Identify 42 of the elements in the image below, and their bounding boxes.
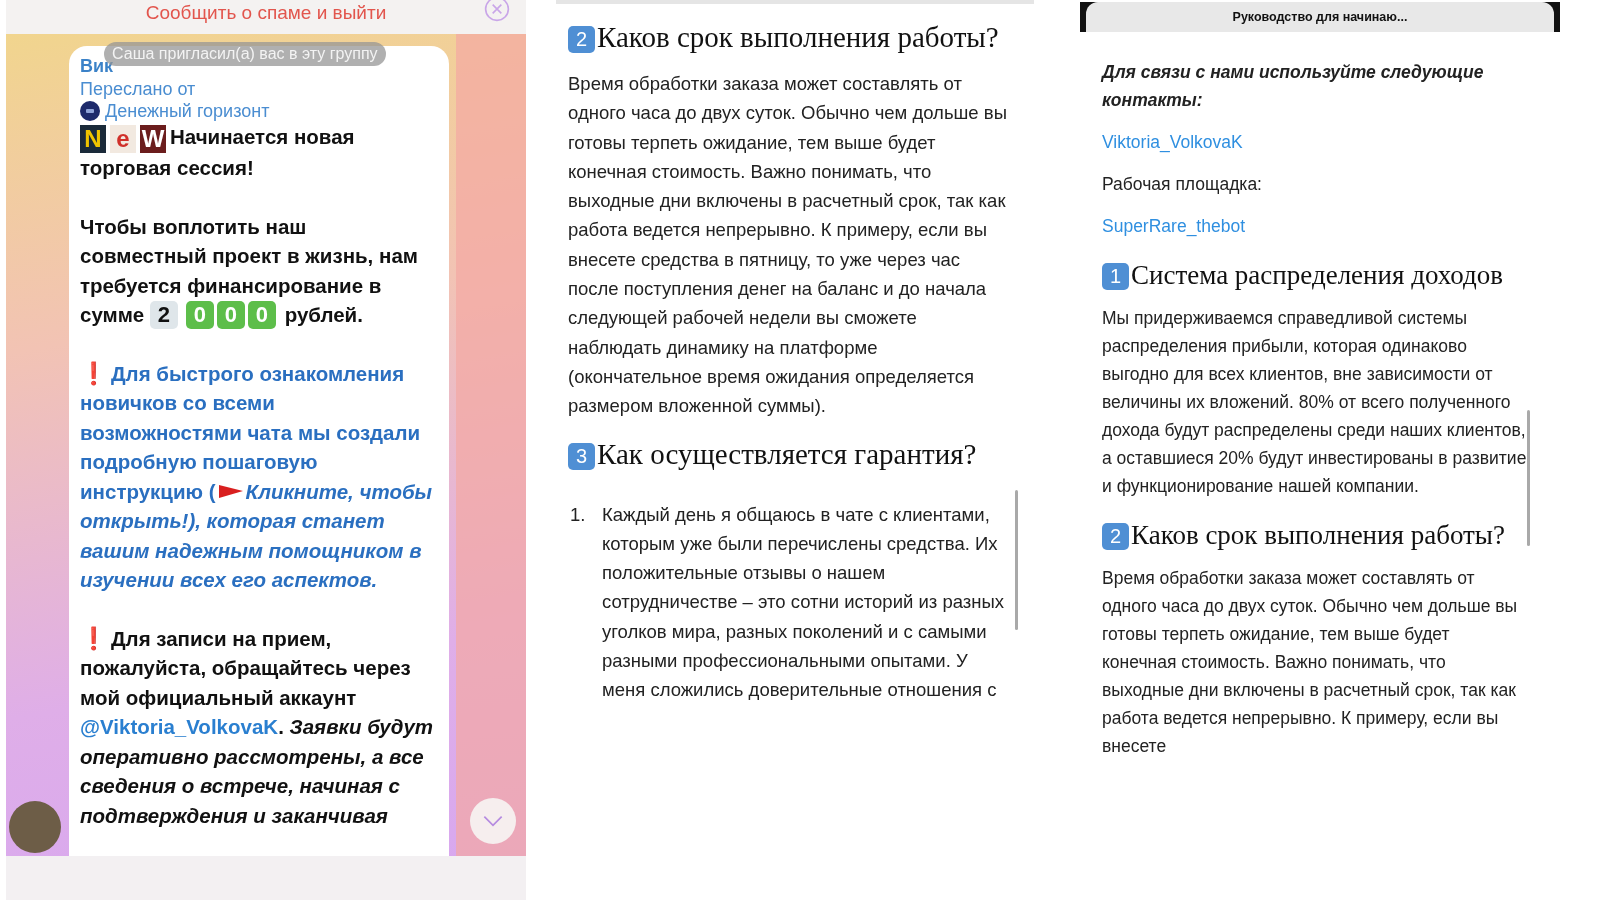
exclamation-mark: ❗ xyxy=(80,360,107,386)
message-paragraph: Чтобы воплотить наш совместный проект в жизнь, нам требуется финансирование в сумме 2 0 0 0 рублей. xyxy=(80,213,419,330)
flag-icon xyxy=(217,483,244,500)
contact-link[interactable]: Viktoria_VolkovaK xyxy=(1102,132,1243,152)
section-heading: 2 Каков срок выполнения работы? xyxy=(1102,520,1560,550)
digit-tile: 2 xyxy=(149,301,178,329)
scrollbar[interactable] xyxy=(1015,490,1018,630)
list-number: 1. xyxy=(570,502,587,527)
contacts-heading: Для связи с нами используйте следующие контакты: xyxy=(1102,61,1485,112)
scrollbar[interactable] xyxy=(1527,410,1530,546)
close-icon[interactable] xyxy=(484,0,510,22)
paragraph: Рабочая площадка: xyxy=(1102,173,1263,196)
section-heading: 3 Как осуществляется гарантия? xyxy=(568,438,1034,470)
page-title: Руководство для начинаю... xyxy=(1232,10,1408,24)
number-keycap: 2 xyxy=(568,26,595,53)
account-link[interactable]: @Viktoria_VolkovaK xyxy=(80,715,279,738)
list-item-text: Каждый день я общаюсь в чате с клиентами, которым уже были перечислены средства. Их положительные отзывы о нашем сотрудничестве – это сотни историй из разных уголков мира, разных поколений и с самыми разными профессиональными опытами. У меня сложились доверительные отношения с xyxy=(602,502,1006,703)
paragraph: Мы придерживаемся справедливой системы распределения прибыли, которая одинаково выгодно для всех клиентов, вне зависимости от величины их вложений. 80% от всего полученного дохода будут распределены среди наших клиентов, а оставшиеся 20% будут инвестированы в развитие и функционирование нашей компании. xyxy=(1102,307,1527,498)
number-keycap: 2 xyxy=(1102,523,1129,550)
channel-link[interactable]: Денежный горизонт xyxy=(105,100,270,122)
section-heading: 2 Каков срок выполнения работы? xyxy=(568,22,1034,53)
contact-link[interactable]: SuperRare_thebot xyxy=(1102,216,1246,236)
message-paragraph: ❗ Для быстрого ознакомления новичков со всеми возможностями чата мы создали подробную пошаговую инструкцию ( Кликните, чтобы открыть!), которая станет вашим надежным помощником в изучении всех его аспектов. xyxy=(80,359,434,593)
scroll-down-button[interactable] xyxy=(470,798,516,844)
digit-tile: 0 xyxy=(247,301,276,329)
channel-avatar-icon xyxy=(80,101,100,121)
avatar[interactable] xyxy=(9,801,61,853)
digit-tile: 0 xyxy=(185,301,214,329)
letter-tile: e xyxy=(110,125,136,153)
number-keycap: 1 xyxy=(1102,263,1129,290)
paragraph: Время обработки заказа может составлять от одного часа до двух суток. Обычно чем дольше вы готовы терпеть ожидание, тем выше будет конечная стоимость. Важно понимать, что выходные дни включены в расчетный срок, так как работа ведется непрерывно. К примеру, если вы внесете средства в пятницу, то уже через час после поступления денег на баланс и до начала следующей рабочей недели вы сможете наблюдать динамику на платформе (окончательное время ожидания определяется размером вложенной суммы). xyxy=(568,72,1008,419)
exclamation-mark: ❗ xyxy=(80,625,107,651)
forwarded-label: Переслано от xyxy=(80,78,196,100)
number-keycap: 3 xyxy=(568,442,595,470)
section-heading: 1 Система распределения доходов xyxy=(1102,260,1560,290)
message-paragraph: ❗ Для записи на прием, пожалуйста, обращайтесь через мой официальный аккаунт @Viktoria_VolkovaK. Заявки будут оперативно рассмотрены, а все сведения о встрече, начиная с подтверждения и заканчивая xyxy=(80,624,435,829)
headline-text: N e W Начинается новая торговая сессия! xyxy=(80,124,356,181)
report-spam-button[interactable]: Сообщить о спаме и выйти xyxy=(145,2,387,24)
digit-tile: 0 xyxy=(216,301,245,329)
letter-tile: W xyxy=(140,125,166,153)
paragraph: Время обработки заказа может составлять от одного часа до двух суток. Обычно чем дольше вы готовы терпеть ожидание, тем выше будет конечная стоимость. Важно понимать, что выходные дни включены в расчетный срок, так как работа ведется непрерывно. К примеру, если вы внесете xyxy=(1102,567,1519,758)
letter-tile: N xyxy=(80,125,106,153)
